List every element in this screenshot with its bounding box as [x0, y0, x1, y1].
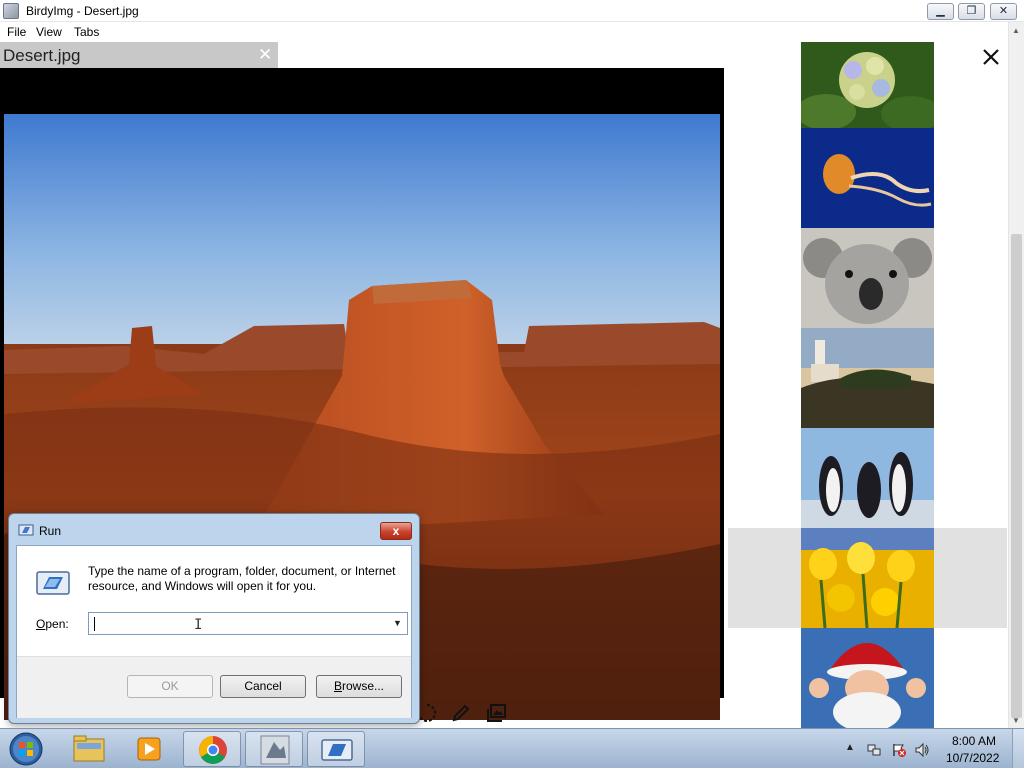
title-bar: BirdyImg - Desert.jpg ▁ ❐ ✕	[0, 0, 1024, 22]
folder-icon	[73, 735, 105, 762]
volume-icon[interactable]	[914, 742, 930, 758]
minimize-button[interactable]: ▁	[927, 3, 954, 20]
run-dialog: Run x Type the name of a program, folder…	[8, 513, 420, 724]
thumbnail-lighthouse[interactable]	[801, 328, 934, 428]
dropdown-arrow-icon[interactable]: ▼	[393, 618, 402, 628]
menu-tabs[interactable]: Tabs	[74, 25, 99, 39]
window-title: BirdyImg - Desert.jpg	[26, 4, 139, 18]
open-input[interactable]: I ▼	[88, 612, 408, 635]
run-title-bar[interactable]: Run x	[9, 514, 419, 544]
start-button-icon[interactable]	[7, 731, 45, 767]
run-close-button[interactable]: x	[380, 522, 412, 540]
run-program-icon	[36, 571, 70, 595]
run-title: Run	[39, 524, 62, 538]
clock-date[interactable]: 10/7/2022	[946, 751, 999, 765]
clock-time[interactable]: 8:00 AM	[952, 734, 996, 748]
thumbnail-hydrangea[interactable]	[801, 42, 934, 128]
birdyimg-icon	[260, 735, 290, 765]
image-tab[interactable]: Desert.jpg ✕	[0, 42, 278, 68]
taskbar-media-player[interactable]	[120, 731, 178, 767]
run-taskbar-icon	[321, 739, 353, 761]
chrome-icon	[199, 736, 227, 764]
run-description: Type the name of a program, folder, docu…	[88, 564, 396, 593]
menu-file[interactable]: File	[7, 25, 26, 39]
run-body: Type the name of a program, folder, docu…	[16, 545, 412, 718]
taskbar-birdyimg[interactable]	[245, 731, 303, 767]
show-hidden-icons-icon[interactable]: ▲	[845, 742, 861, 758]
maximize-button[interactable]: ❐	[958, 3, 985, 20]
tab-label: Desert.jpg	[3, 46, 81, 65]
cancel-button[interactable]: Cancel	[220, 675, 306, 698]
close-button[interactable]: ✕	[990, 3, 1017, 20]
network-icon[interactable]	[866, 742, 882, 758]
open-label: Open:	[36, 617, 69, 631]
app-icon	[3, 3, 19, 19]
tab-close-icon[interactable]: ✕	[258, 45, 272, 65]
taskbar: ▲ 8:00 AM 10/7/2022	[0, 728, 1024, 768]
media-player-icon	[137, 737, 161, 761]
menu-view[interactable]: View	[36, 25, 62, 39]
text-caret	[94, 617, 95, 631]
show-desktop-button[interactable]	[1012, 729, 1024, 768]
edit-pencil-icon[interactable]	[450, 702, 472, 724]
vertical-scrollbar[interactable]: ▲ ▼	[1008, 22, 1024, 728]
browse-button[interactable]: Browse...	[316, 675, 402, 698]
thumbnail-jellyfish[interactable]	[801, 128, 934, 228]
run-icon	[18, 524, 34, 536]
scroll-up-icon[interactable]: ▲	[1012, 26, 1020, 35]
scroll-thumb[interactable]	[1011, 234, 1022, 718]
thumbnail-koala[interactable]	[801, 228, 934, 328]
run-button-area: OK Cancel Browse...	[17, 656, 411, 718]
scroll-down-icon[interactable]: ▼	[1012, 716, 1020, 725]
thumbnail-tulips[interactable]	[801, 528, 934, 628]
mouse-ibeam-cursor-icon: I	[194, 617, 203, 633]
gallery-icon[interactable]	[486, 702, 508, 724]
taskbar-run[interactable]	[307, 731, 365, 767]
action-center-icon[interactable]	[891, 742, 907, 758]
thumbnail-santa[interactable]	[801, 628, 934, 728]
taskbar-explorer[interactable]	[60, 731, 118, 767]
ok-button[interactable]: OK	[127, 675, 213, 698]
taskbar-chrome[interactable]	[183, 731, 241, 767]
thumbnail-strip	[801, 42, 934, 728]
close-panel-icon[interactable]	[980, 46, 1002, 68]
menu-bar: File View Tabs	[0, 22, 1024, 42]
thumbnail-penguins[interactable]	[801, 428, 934, 528]
